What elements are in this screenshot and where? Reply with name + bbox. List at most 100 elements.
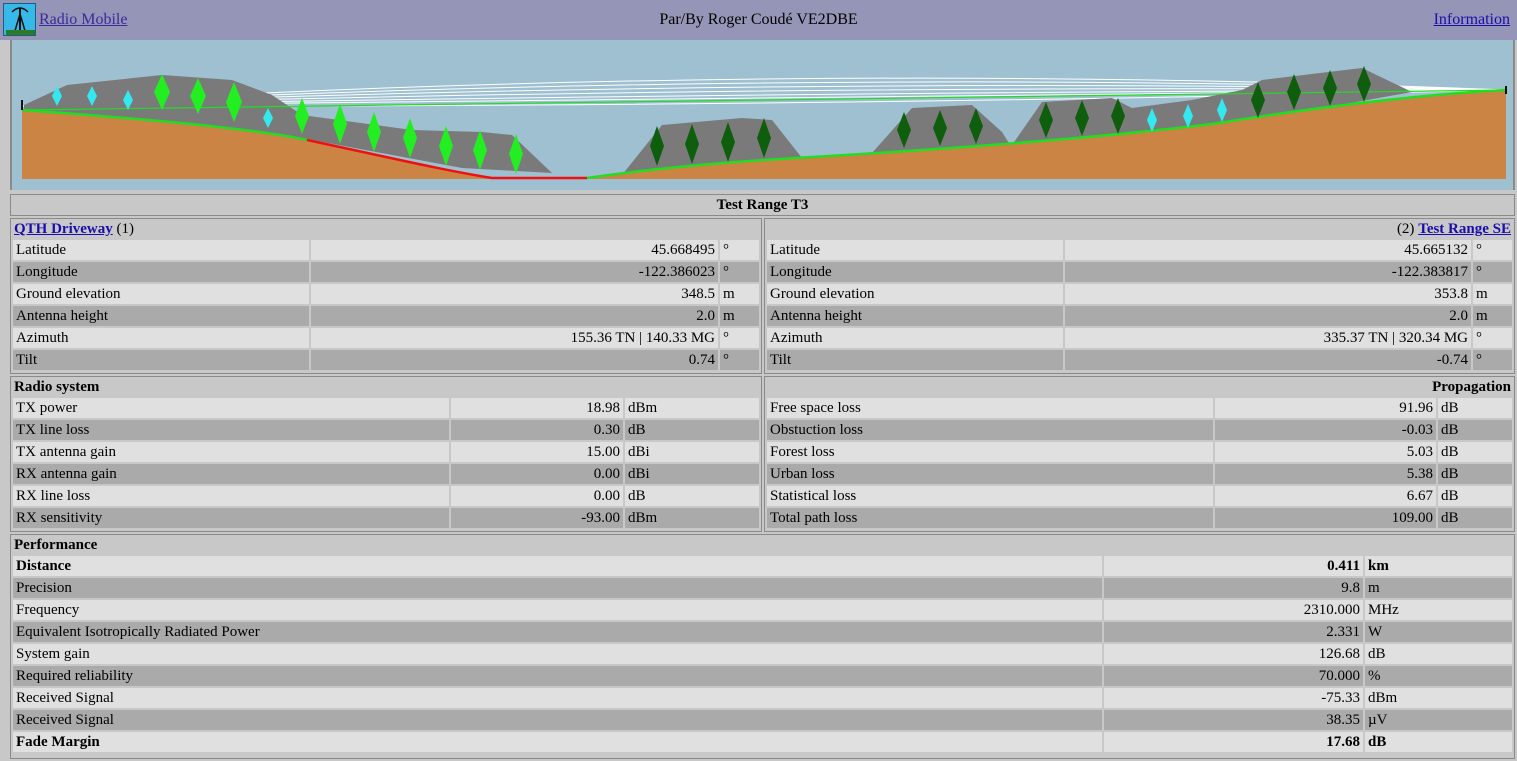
propagation-label: Obstuction loss — [767, 420, 1213, 440]
site1-value: 2.0 — [311, 306, 718, 326]
radio-system-row: TX line loss 0.30 dB — [13, 420, 759, 440]
performance-row: System gain 126.68 dB — [13, 644, 1512, 664]
performance-value: 38.35 — [1104, 710, 1363, 730]
propagation-value: 109.00 — [1215, 508, 1436, 528]
site1-label: Antenna height — [13, 306, 309, 326]
radio-system-value: 18.98 — [451, 398, 623, 418]
site1-value: 348.5 — [311, 284, 718, 304]
radio-system-label: TX antenna gain — [13, 442, 449, 462]
site1-panel: QTH Driveway (1) Latitude 45.668495 ° Longi… — [10, 218, 762, 374]
radio-system-label: TX power — [13, 398, 449, 418]
site2-row: Ground elevation 353.8 m — [767, 284, 1512, 304]
radio-system-label: RX line loss — [13, 486, 449, 506]
top-bar: Radio Mobile Par/By Roger Coudé VE2DBE I… — [0, 0, 1517, 40]
radio-system-panel: Radio system TX power 18.98 dBm TX line los… — [10, 376, 762, 532]
radio-system-unit: dB — [625, 420, 759, 440]
radio-system-value: 0.00 — [451, 486, 623, 506]
site1-label: Latitude — [13, 240, 309, 260]
propagation-row: Urban loss 5.38 dB — [767, 464, 1512, 484]
performance-title: Performance — [14, 537, 98, 553]
performance-value: 2310.000 — [1104, 600, 1363, 620]
radio-system-value: -93.00 — [451, 508, 623, 528]
site1-row: Longitude -122.386023 ° — [13, 262, 759, 282]
propagation-panel: Propagation Free space loss 91.96 dB Obstuc… — [764, 376, 1515, 532]
site2-label: Latitude — [767, 240, 1063, 260]
performance-row: Equivalent Isotropically Radiated Power 2… — [13, 622, 1512, 642]
propagation-row: Forest loss 5.03 dB — [767, 442, 1512, 462]
performance-unit: km — [1365, 556, 1512, 576]
site2-label: Tilt — [767, 350, 1063, 370]
performance-value: 70.000 — [1104, 666, 1363, 686]
radio-system-unit: dBi — [625, 442, 759, 462]
site1-row: Latitude 45.668495 ° — [13, 240, 759, 260]
radio-system-value: 15.00 — [451, 442, 623, 462]
performance-row: Frequency 2310.000 MHz — [13, 600, 1512, 620]
performance-row: Received Signal -75.33 dBm — [13, 688, 1512, 708]
propagation-row: Obstuction loss -0.03 dB — [767, 420, 1512, 440]
performance-value: 0.411 — [1104, 556, 1363, 576]
site2-value: 353.8 — [1065, 284, 1471, 304]
propagation-table: Free space loss 91.96 dB Obstuction loss -0.… — [765, 396, 1514, 530]
site1-row: Ground elevation 348.5 m — [13, 284, 759, 304]
site1-unit: m — [720, 284, 759, 304]
radio-system-value: 0.00 — [451, 464, 623, 484]
site2-unit: ° — [1473, 350, 1512, 370]
propagation-value: 5.38 — [1215, 464, 1436, 484]
radio-system-table: TX power 18.98 dBm TX line loss 0.30 dB TX ant… — [11, 396, 761, 530]
performance-label: Fade Margin — [13, 732, 1102, 752]
information-link[interactable]: Information — [1434, 11, 1510, 29]
site2-value: 45.665132 — [1065, 240, 1471, 260]
site1-name-link[interactable]: QTH Driveway — [14, 221, 113, 237]
site2-unit: m — [1473, 306, 1512, 326]
propagation-unit: dB — [1438, 442, 1512, 462]
performance-row: Required reliability 70.000% — [13, 666, 1512, 686]
radio-system-row: TX power 18.98 dBm — [13, 398, 759, 418]
performance-value: 126.68 — [1104, 644, 1363, 664]
radio-system-unit: dBi — [625, 464, 759, 484]
propagation-title: Propagation — [1432, 379, 1511, 395]
performance-unit: dB — [1365, 732, 1512, 752]
site2-label: Azimuth — [767, 328, 1063, 348]
propagation-unit: dB — [1438, 464, 1512, 484]
site1-row: Antenna height 2.0 m — [13, 306, 759, 326]
propagation-label: Total path loss — [767, 508, 1213, 528]
site2-unit: ° — [1473, 328, 1512, 348]
site1-table: Latitude 45.668495 ° Longitude -122.386023 ° G… — [11, 238, 761, 372]
site1-row: Azimuth 155.36 TN | 140.33 MG ° — [13, 328, 759, 348]
performance-unit: m — [1365, 578, 1512, 598]
site1-unit: ° — [720, 328, 759, 348]
site2-unit: ° — [1473, 262, 1512, 282]
site1-value: 45.668495 — [311, 240, 718, 260]
radio-system-row: RX line loss 0.00 dB — [13, 486, 759, 506]
terrain-profile-graphic — [12, 40, 1513, 190]
site2-row: Longitude -122.383817 ° — [767, 262, 1512, 282]
performance-panel: Performance Distance 0.411 km Precision 9.8 m… — [10, 534, 1515, 759]
performance-unit: MHz — [1365, 600, 1512, 620]
site1-index: (1) — [116, 221, 135, 237]
propagation-label: Forest loss — [767, 442, 1213, 462]
site1-unit: m — [720, 306, 759, 326]
performance-row: Fade Margin 17.68 dB — [13, 732, 1512, 752]
performance-value: 2.331 — [1104, 622, 1363, 642]
radio-system-unit: dBm — [625, 398, 759, 418]
propagation-label: Urban loss — [767, 464, 1213, 484]
site2-row: Tilt -0.74 ° — [767, 350, 1512, 370]
site1-unit: ° — [720, 262, 759, 282]
radio-system-unit: dBm — [625, 508, 759, 528]
propagation-value: 91.96 — [1215, 398, 1436, 418]
radio-system-label: RX antenna gain — [13, 464, 449, 484]
site2-name-link[interactable]: Test Range SE — [1418, 221, 1511, 237]
site1-label: Azimuth — [13, 328, 309, 348]
propagation-row: Free space loss 91.96 dB — [767, 398, 1512, 418]
site1-unit: ° — [720, 240, 759, 260]
site2-panel: (2) Test Range SE Latitude 45.665132 ° Long… — [764, 218, 1515, 374]
site1-label: Longitude — [13, 262, 309, 282]
site1-header: QTH Driveway (1) — [11, 219, 761, 239]
site2-value: -0.74 — [1065, 350, 1471, 370]
performance-unit: dBm — [1365, 688, 1512, 708]
site2-label: Ground elevation — [767, 284, 1063, 304]
propagation-label: Statistical loss — [767, 486, 1213, 506]
author-credit: Par/By Roger Coudé VE2DBE — [659, 11, 858, 28]
propagation-value: 5.03 — [1215, 442, 1436, 462]
propagation-row: Total path loss 109.00 dB — [767, 508, 1512, 528]
